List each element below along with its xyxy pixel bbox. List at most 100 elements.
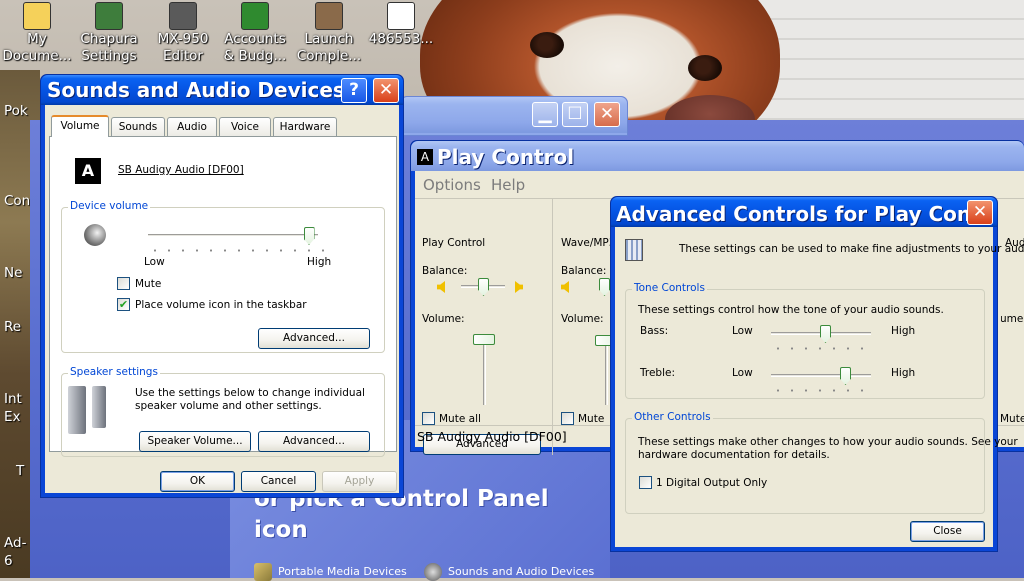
speaker-settings-group: Speaker settings Use the settings below … <box>61 366 385 457</box>
launch-complete-icon <box>315 2 343 30</box>
background-window[interactable]: ▁ ☐ ✕ <box>400 96 628 136</box>
taskbar-icon-checkbox[interactable]: ✔ <box>117 298 130 311</box>
mute-all-checkbox[interactable] <box>422 412 435 425</box>
speaker-settings-legend: Speaker settings <box>68 366 160 378</box>
tab-strip: Volume Sounds Audio Voice Hardware <box>51 115 401 137</box>
desktop-icon[interactable]: Accounts & Budg... <box>218 0 292 65</box>
treble-high-label: High <box>891 367 916 379</box>
my-documents-icon <box>23 2 51 30</box>
close-button[interactable]: ✕ <box>967 200 993 225</box>
speaker-volume-icon <box>84 224 106 246</box>
desktop-icon-label[interactable]: Ad- <box>4 535 26 551</box>
mx950-editor-icon <box>169 2 197 30</box>
desktop-icon[interactable]: Launch Comple... <box>292 0 366 65</box>
speaker-settings-text-1: Use the settings below to change individ… <box>135 387 365 399</box>
portable-media-devices-icon <box>254 563 272 581</box>
volume-slider[interactable] <box>473 334 495 345</box>
desktop-icon-label: 486553... <box>368 31 434 47</box>
device-name: SB Audigy Audio [DF00] <box>118 164 244 176</box>
desktop-icon-label: Comple... <box>296 48 362 64</box>
volume-track <box>605 337 608 405</box>
close-button[interactable]: ✕ <box>373 78 399 103</box>
maximize-button[interactable]: ☐ <box>562 102 588 127</box>
menu-options[interactable]: Options <box>423 176 481 194</box>
device-volume-group: Device volume Low High Mute ✔ Place volu… <box>61 200 385 353</box>
tab-volume[interactable]: Volume <box>51 115 109 137</box>
play-control-title: Play Control <box>437 145 575 169</box>
digital-output-label: 1 Digital Output Only <box>656 477 768 489</box>
mute-checkbox[interactable] <box>117 277 130 290</box>
desktop-icon[interactable]: My Docume... <box>0 0 74 65</box>
tab-audio[interactable]: Audio <box>167 117 217 136</box>
device-volume-legend: Device volume <box>68 200 151 212</box>
desktop-icon[interactable]: Chapura Settings <box>72 0 146 65</box>
desktop-icon-label[interactable]: Re <box>4 319 21 335</box>
desktop-icon-label[interactable]: Int <box>4 391 22 407</box>
mute-checkbox[interactable] <box>561 412 574 425</box>
bass-low-label: Low <box>732 325 753 337</box>
other-text-1: These settings make other changes to how… <box>638 436 1018 448</box>
desktop-icon[interactable]: MX-950 Editor <box>146 0 220 65</box>
desktop-icon-label[interactable]: 6 <box>4 553 13 569</box>
desktop-icon-label[interactable]: Pok <box>4 103 28 119</box>
desktop-icon-label[interactable]: Ne <box>4 265 22 281</box>
play-control-column: Play Control Balance: Volume: Mute all A… <box>415 199 553 455</box>
treble-slider[interactable] <box>840 367 851 385</box>
desktop-icon-label: & Budg... <box>223 48 287 64</box>
balance-slider[interactable] <box>599 278 610 296</box>
balance-slider[interactable] <box>478 278 489 296</box>
balance-label: Balance: <box>422 265 468 277</box>
desktop-icon-label: Launch <box>304 31 354 47</box>
sounds-dialog-title: Sounds and Audio Devices... <box>47 78 368 102</box>
cancel-button[interactable]: Cancel <box>241 471 316 492</box>
desktop-icon-label: Editor <box>163 48 203 64</box>
tab-sounds[interactable]: Sounds <box>111 117 165 136</box>
desktop-icon-label[interactable]: T <box>16 463 24 479</box>
apply-button[interactable]: Apply <box>322 471 397 492</box>
device-advanced-button[interactable]: Advanced... <box>258 328 370 349</box>
sounds-dialog-titlebar[interactable]: Sounds and Audio Devices... ? ✕ <box>41 75 403 105</box>
minimize-button[interactable]: ▁ <box>532 102 558 127</box>
mute-label: Mute <box>1001 413 1024 425</box>
link-label: Sounds and Audio Devices <box>448 565 595 578</box>
help-button[interactable]: ? <box>341 78 367 103</box>
portable-media-devices-link[interactable]: Portable Media Devices <box>254 563 407 581</box>
desktop-icon-label[interactable]: Con <box>4 193 30 209</box>
treble-label: Treble: <box>640 367 675 379</box>
tab-page-volume: A SB Audigy Audio [DF00] Device volume L… <box>49 136 397 457</box>
advanced-controls-titlebar[interactable]: Advanced Controls for Play Con... ✕ <box>611 197 997 227</box>
ok-button[interactable]: OK <box>160 471 235 492</box>
speaker-left-icon <box>437 281 445 293</box>
sounds-audio-devices-link[interactable]: Sounds and Audio Devices <box>424 563 594 581</box>
volume-track <box>483 337 486 405</box>
desktop-icon-label: MX-950 <box>157 31 209 47</box>
menu-help[interactable]: Help <box>491 176 525 194</box>
audigy-device-icon: A <box>75 158 101 184</box>
document-file-icon <box>387 2 415 30</box>
speaker-right-icon <box>515 281 523 293</box>
wallpaper-dog-eye <box>688 55 722 81</box>
tab-hardware[interactable]: Hardware <box>273 117 337 136</box>
desktop-icon[interactable]: 486553... <box>364 0 438 48</box>
digital-output-checkbox[interactable] <box>639 476 652 489</box>
play-control-column: Wave/MP3 Balance: Volume: Mute <box>553 199 615 455</box>
speaker-volume-button[interactable]: Speaker Volume... <box>139 431 251 452</box>
link-label: Portable Media Devices <box>278 565 407 578</box>
mute-label: Mute <box>578 413 605 425</box>
close-dialog-button[interactable]: Close <box>910 521 985 542</box>
tone-controls-group: Tone Controls These settings control how… <box>625 282 985 399</box>
mixer-settings-icon <box>625 239 643 261</box>
intro-text: These settings can be used to make fine … <box>679 243 1024 255</box>
desktop-icon-label: Accounts <box>224 31 286 47</box>
play-control-titlebar[interactable]: A Play Control <box>411 141 1024 171</box>
column-name: Wave/MP3 <box>561 237 615 249</box>
device-volume-slider[interactable] <box>303 227 315 245</box>
tab-voice[interactable]: Voice <box>219 117 271 136</box>
speaker-advanced-button[interactable]: Advanced... <box>258 431 370 452</box>
desktop-icon-label: Chapura <box>80 31 138 47</box>
bass-slider[interactable] <box>820 325 831 343</box>
treble-ticks <box>771 389 875 392</box>
volume-label: Volume: <box>422 313 465 325</box>
close-button[interactable]: ✕ <box>594 102 620 127</box>
desktop-icon-label[interactable]: Ex <box>4 409 21 425</box>
